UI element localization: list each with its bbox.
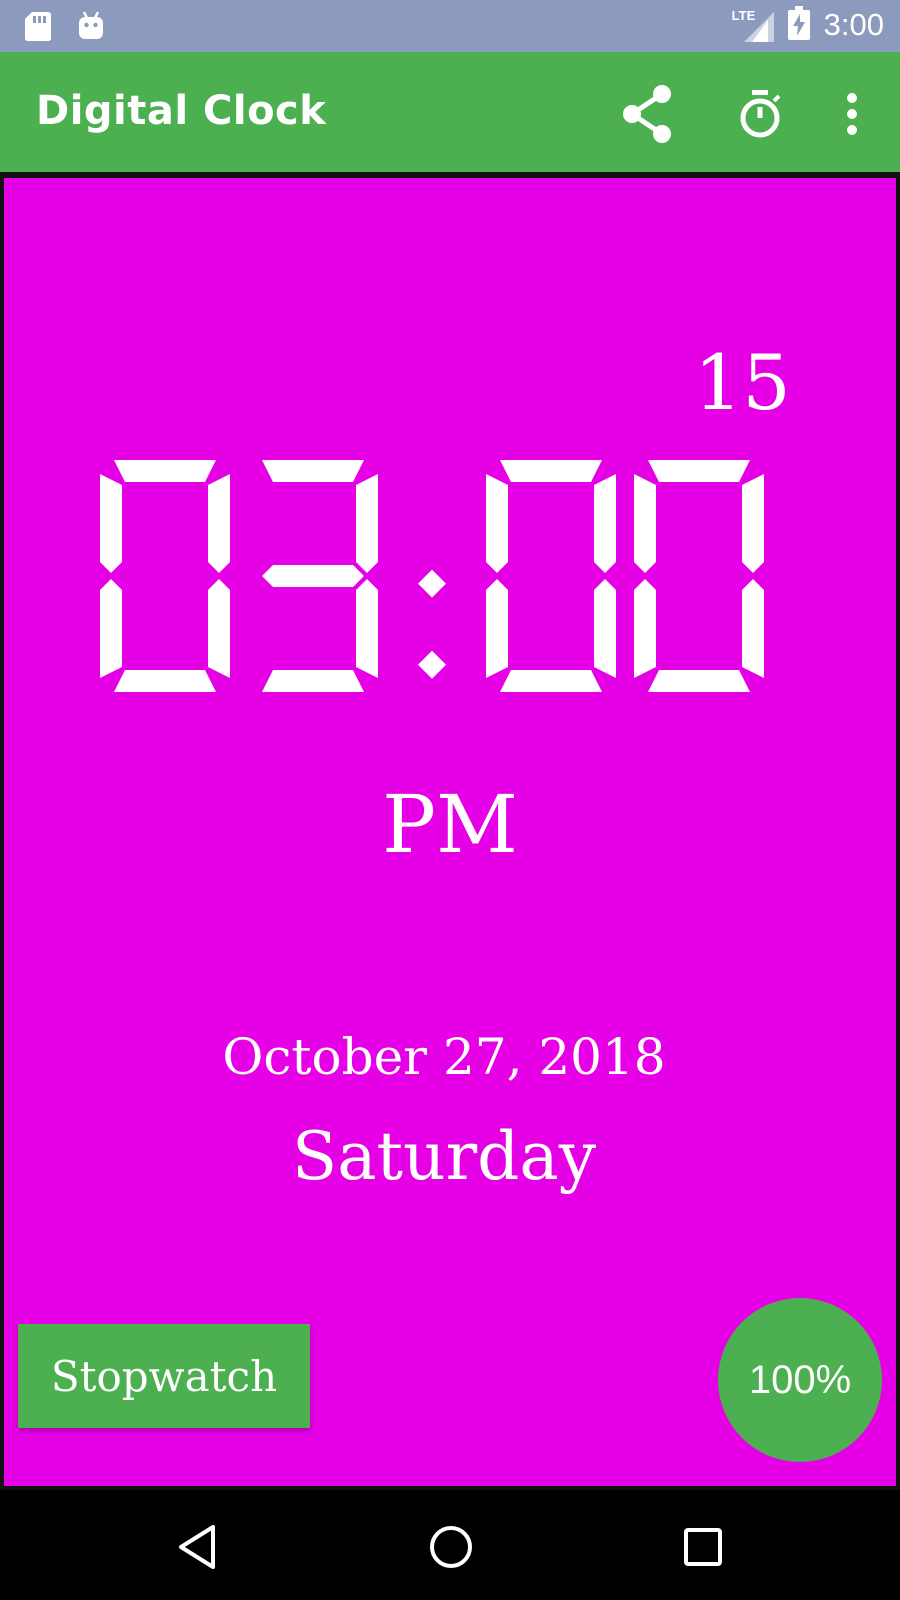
network-label: LTE [731,8,756,23]
timer-icon[interactable] [728,82,792,146]
segment-e [100,579,122,678]
more-vert-icon[interactable] [820,82,884,146]
segment-a [500,460,602,482]
battery-level-button[interactable]: 100% [718,1298,882,1462]
segment-f [486,474,508,573]
segment-a [262,460,364,482]
segment-c [356,579,378,678]
signal-lte-icon: LTE [731,8,774,42]
clock-panel: 15 PM October 27, 2018 Saturday Stopwatc… [0,172,900,1490]
colon-dot-0 [418,569,446,598]
segment-e [634,579,656,678]
segment-d [648,670,750,692]
ampm-label: PM [382,778,518,871]
segment-d [114,670,216,692]
time-digit-1 [262,460,378,692]
segment-f [100,474,122,573]
navigation-bar [0,1490,900,1600]
battery-charging-icon [787,6,810,44]
segment-g [262,565,364,587]
segment-c [742,579,764,678]
seconds-display: 15 [694,338,791,427]
stopwatch-button[interactable]: Stopwatch [18,1324,310,1428]
home-icon[interactable] [416,1512,486,1582]
status-bar: LTE 3:00 [0,0,900,52]
segment-a [648,460,750,482]
segment-f [634,474,656,573]
colon-dot-1 [418,650,446,679]
segment-c [208,579,230,678]
segment-b [356,474,378,573]
segment-d [262,670,364,692]
segment-b [742,474,764,573]
status-time: 3:00 [823,7,884,42]
android-icon [76,10,106,46]
segment-b [208,474,230,573]
back-icon[interactable] [162,1512,232,1582]
recents-icon[interactable] [668,1512,738,1582]
day-label: Saturday [291,1118,597,1195]
segment-c [594,579,616,678]
date-label: October 27, 2018 [222,1028,666,1086]
time-digit-0 [100,460,230,692]
app-bar: Digital Clock [0,52,900,172]
time-digit-2 [486,460,616,692]
segment-d [500,670,602,692]
time-display [96,456,816,696]
segment-a [114,460,216,482]
app-title: Digital Clock [36,88,327,134]
sd-card-icon [24,10,52,46]
segment-b [594,474,616,573]
time-digit-3 [634,460,764,692]
segment-e [486,579,508,678]
share-icon[interactable] [614,82,678,146]
